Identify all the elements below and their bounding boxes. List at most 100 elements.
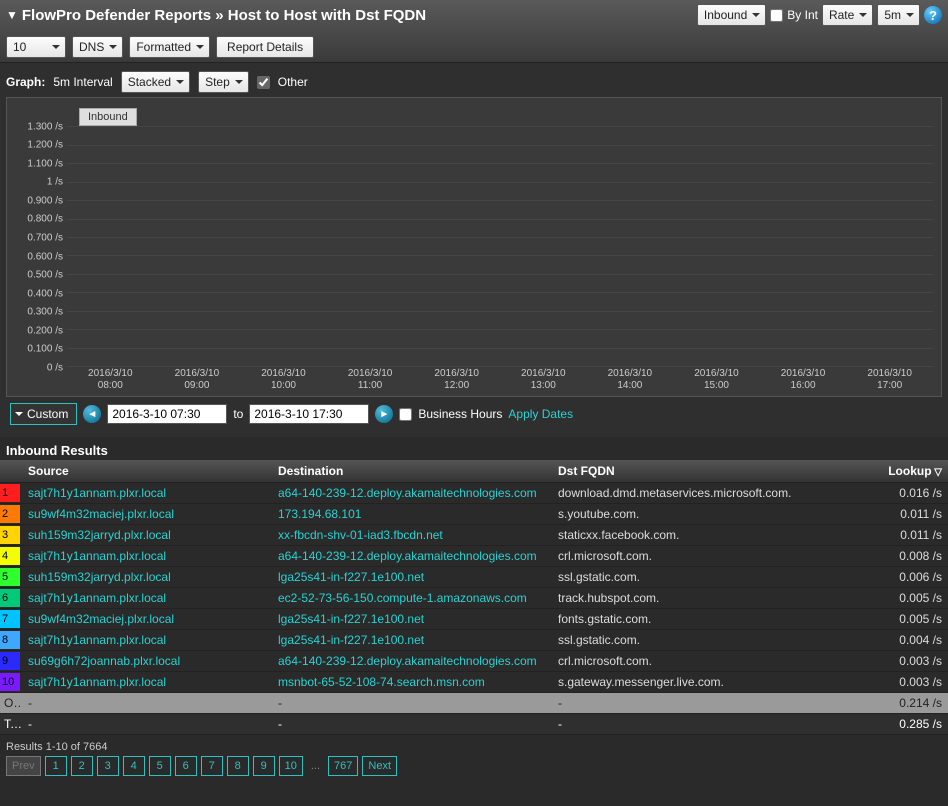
source-link[interactable]: su9wf4m32maciej.plxr.local bbox=[22, 504, 272, 525]
interval-select[interactable]: 5m bbox=[877, 4, 920, 26]
row-color-swatch[interactable]: 9 bbox=[0, 652, 20, 670]
pager-page[interactable]: 10 bbox=[279, 756, 303, 776]
to-date-input[interactable] bbox=[249, 404, 369, 424]
x-tick-label: 2016/3/1016:00 bbox=[760, 368, 847, 394]
rate-cell: 0.011 /s bbox=[868, 525, 948, 546]
dest-link[interactable]: a64-140-239-12.deploy.akamaitechnologies… bbox=[272, 483, 552, 504]
pager-summary: Results 1-10 of 7664 bbox=[6, 741, 942, 753]
row-color-swatch[interactable]: 1 bbox=[0, 484, 20, 502]
table-row: 4sajt7h1y1annam.plxr.locala64-140-239-12… bbox=[0, 546, 948, 567]
other-row: Other---0.214 /s bbox=[0, 693, 948, 714]
row-color-swatch[interactable]: 10 bbox=[0, 673, 20, 691]
pager-page[interactable]: 3 bbox=[97, 756, 119, 776]
chart-bars bbox=[67, 108, 933, 366]
dest-link[interactable]: xx-fbcdn-shv-01-iad3.fbcdn.net bbox=[272, 525, 552, 546]
source-link[interactable]: sajt7h1y1annam.plxr.local bbox=[22, 483, 272, 504]
col-color[interactable] bbox=[0, 460, 22, 483]
source-link[interactable]: sajt7h1y1annam.plxr.local bbox=[22, 546, 272, 567]
x-tick-label: 2016/3/1015:00 bbox=[673, 368, 760, 394]
pager-page[interactable]: 4 bbox=[123, 756, 145, 776]
source-link[interactable]: sajt7h1y1annam.plxr.local bbox=[22, 672, 272, 693]
step-select[interactable]: Step bbox=[198, 71, 249, 93]
col-fqdn[interactable]: Dst FQDN bbox=[552, 460, 868, 483]
y-tick-label: 1.200 /s bbox=[7, 140, 63, 151]
proto-select[interactable]: DNS bbox=[72, 36, 123, 58]
row-color-swatch[interactable]: 5 bbox=[0, 568, 20, 586]
dest-link[interactable]: 173.194.68.101 bbox=[272, 504, 552, 525]
y-tick-label: 0.700 /s bbox=[7, 233, 63, 244]
next-range-icon[interactable]: ► bbox=[375, 405, 393, 423]
dest-link[interactable]: a64-140-239-12.deploy.akamaitechnologies… bbox=[272, 651, 552, 672]
fqdn-cell: download.dmd.metaservices.microsoft.com. bbox=[552, 483, 868, 504]
rowlimit-select[interactable]: 10 bbox=[6, 36, 66, 58]
byint-label: By Int bbox=[787, 8, 818, 22]
dest-link[interactable]: a64-140-239-12.deploy.akamaitechnologies… bbox=[272, 546, 552, 567]
total-row: Total*---0.285 /s bbox=[0, 714, 948, 735]
dest-link[interactable]: lga25s41-in-f227.1e100.net bbox=[272, 567, 552, 588]
prev-range-icon[interactable]: ◄ bbox=[83, 405, 101, 423]
apply-dates-link[interactable]: Apply Dates bbox=[508, 407, 573, 421]
from-date-input[interactable] bbox=[107, 404, 227, 424]
row-color-swatch[interactable]: 8 bbox=[0, 631, 20, 649]
col-source[interactable]: Source bbox=[22, 460, 272, 483]
row-color-swatch[interactable]: 6 bbox=[0, 589, 20, 607]
row-color-swatch[interactable]: 3 bbox=[0, 526, 20, 544]
source-link[interactable]: su9wf4m32maciej.plxr.local bbox=[22, 609, 272, 630]
row-color-swatch[interactable]: 4 bbox=[0, 547, 20, 565]
row-color-swatch[interactable]: 2 bbox=[0, 505, 20, 523]
rate-cell: 0.011 /s bbox=[868, 504, 948, 525]
stack-select[interactable]: Stacked bbox=[121, 71, 190, 93]
fqdn-cell: crl.microsoft.com. bbox=[552, 651, 868, 672]
pager-page[interactable]: 1 bbox=[45, 756, 67, 776]
fqdn-cell: s.gateway.messenger.live.com. bbox=[552, 672, 868, 693]
x-tick-label: 2016/3/1017:00 bbox=[846, 368, 933, 394]
source-link[interactable]: suh159m32jarryd.plxr.local bbox=[22, 525, 272, 546]
byint-checkbox[interactable] bbox=[770, 9, 783, 22]
collapse-icon[interactable]: ▼ bbox=[6, 8, 18, 22]
x-tick-label: 2016/3/1010:00 bbox=[240, 368, 327, 394]
source-link[interactable]: sajt7h1y1annam.plxr.local bbox=[22, 630, 272, 651]
table-row: 8sajt7h1y1annam.plxr.locallga25s41-in-f2… bbox=[0, 630, 948, 651]
y-tick-label: 0.600 /s bbox=[7, 251, 63, 262]
y-tick-label: 0.500 /s bbox=[7, 270, 63, 281]
format-select[interactable]: Formatted bbox=[129, 36, 210, 58]
source-link[interactable]: suh159m32jarryd.plxr.local bbox=[22, 567, 272, 588]
pager-page[interactable]: 2 bbox=[71, 756, 93, 776]
pager-next[interactable]: Next bbox=[362, 756, 397, 776]
fqdn-cell: staticxx.facebook.com. bbox=[552, 525, 868, 546]
direction-select[interactable]: Inbound bbox=[697, 4, 766, 26]
fqdn-cell: crl.microsoft.com. bbox=[552, 546, 868, 567]
business-hours-checkbox[interactable] bbox=[399, 408, 412, 421]
x-tick-label: 2016/3/1014:00 bbox=[587, 368, 674, 394]
range-preset-select[interactable]: Custom bbox=[10, 403, 77, 425]
other-checkbox[interactable] bbox=[257, 76, 270, 89]
fqdn-cell: ssl.gstatic.com. bbox=[552, 567, 868, 588]
help-icon[interactable]: ? bbox=[924, 6, 942, 24]
pager-page[interactable]: 8 bbox=[227, 756, 249, 776]
page-title: FlowPro Defender Reports » Host to Host … bbox=[22, 7, 426, 24]
y-tick-label: 0.800 /s bbox=[7, 214, 63, 225]
dest-link[interactable]: lga25s41-in-f227.1e100.net bbox=[272, 630, 552, 651]
col-lookup[interactable]: Lookup bbox=[868, 460, 948, 483]
row-color-swatch[interactable]: 7 bbox=[0, 610, 20, 628]
pager-page[interactable]: 9 bbox=[253, 756, 275, 776]
y-tick-label: 1.300 /s bbox=[7, 121, 63, 132]
pager-last[interactable]: 767 bbox=[328, 756, 358, 776]
source-link[interactable]: sajt7h1y1annam.plxr.local bbox=[22, 588, 272, 609]
pager-page[interactable]: 7 bbox=[201, 756, 223, 776]
dest-link[interactable]: lga25s41-in-f227.1e100.net bbox=[272, 609, 552, 630]
x-tick-label: 2016/3/1013:00 bbox=[500, 368, 587, 394]
x-tick-label: 2016/3/1012:00 bbox=[413, 368, 500, 394]
rate-cell: 0.003 /s bbox=[868, 672, 948, 693]
source-link[interactable]: su69g6h72joannab.plxr.local bbox=[22, 651, 272, 672]
mode-select[interactable]: Rate bbox=[822, 4, 873, 26]
pager-prev[interactable]: Prev bbox=[6, 756, 41, 776]
report-details-button[interactable]: Report Details bbox=[216, 36, 314, 58]
pager-page[interactable]: 5 bbox=[149, 756, 171, 776]
dest-link[interactable]: msnbot-65-52-108-74.search.msn.com bbox=[272, 672, 552, 693]
dest-link[interactable]: ec2-52-73-56-150.compute-1.amazonaws.com bbox=[272, 588, 552, 609]
col-dest[interactable]: Destination bbox=[272, 460, 552, 483]
fqdn-cell: s.youtube.com. bbox=[552, 504, 868, 525]
pager-page[interactable]: 6 bbox=[175, 756, 197, 776]
x-tick-label: 2016/3/1011:00 bbox=[327, 368, 414, 394]
